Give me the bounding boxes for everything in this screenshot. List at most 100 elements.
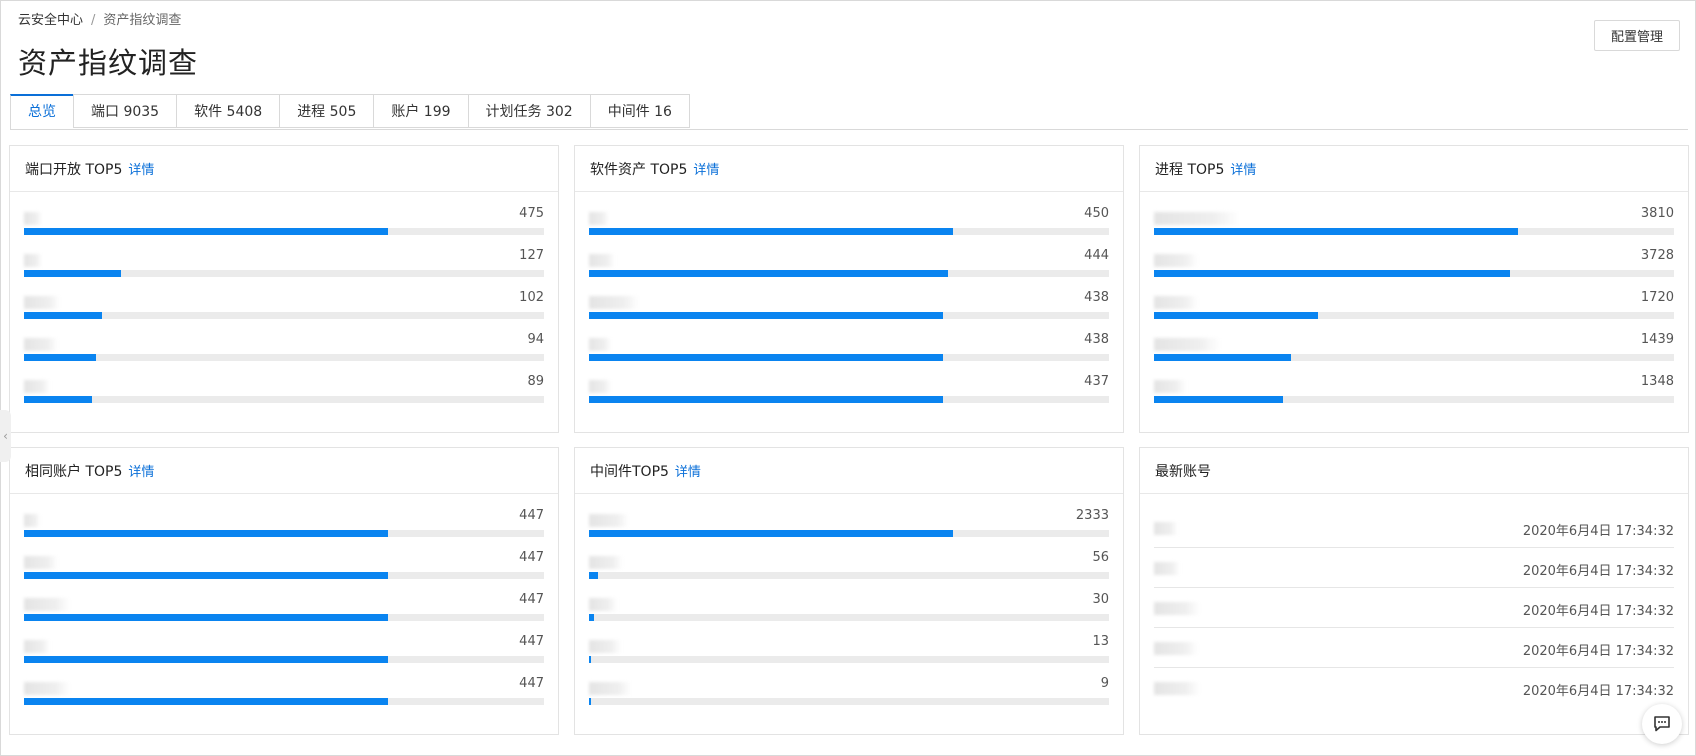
bar-track — [24, 572, 544, 579]
software-detail-link[interactable]: 详情 — [693, 159, 719, 178]
bar-row[interactable]: 2333 — [589, 508, 1109, 550]
bar-row[interactable]: 447 — [24, 634, 544, 676]
account-time: 2020年6月4日 17:34:32 — [1522, 564, 1674, 579]
list-item[interactable]: 2020年6月4日 17:34:32 — [1154, 548, 1674, 588]
card-software-top5: 软件资产 TOP5 详情 450 444 438 438 437 — [574, 145, 1124, 433]
masked-label — [24, 296, 60, 309]
bar-track — [1154, 354, 1674, 361]
bar-row[interactable]: 1439 — [1154, 332, 1674, 374]
bar-track — [1154, 270, 1674, 277]
tab-overview[interactable]: 总览 — [10, 94, 73, 130]
bar-row[interactable]: 13 — [589, 634, 1109, 676]
card-title: 软件资产 TOP5 — [590, 161, 688, 178]
account-time: 2020年6月4日 17:34:32 — [1522, 644, 1674, 659]
bar-fill — [589, 656, 592, 663]
bar-value: 13 — [1092, 634, 1109, 649]
list-item[interactable]: 2020年6月4日 17:34:32 — [1154, 588, 1674, 628]
bar-row[interactable]: 447 — [24, 550, 544, 592]
masked-label — [1154, 296, 1198, 309]
tab-account[interactable]: 账户 199 — [373, 94, 468, 128]
bar-track — [589, 656, 1109, 663]
bar-track — [589, 530, 1109, 537]
bar-row[interactable]: 9 — [589, 676, 1109, 718]
tab-port[interactable]: 端口 9035 — [73, 94, 177, 128]
account-detail-link[interactable]: 详情 — [128, 461, 154, 480]
bar-row[interactable]: 438 — [589, 290, 1109, 332]
bar-row[interactable]: 56 — [589, 550, 1109, 592]
bar-fill — [589, 228, 953, 235]
bar-row[interactable]: 447 — [24, 592, 544, 634]
side-collapse-handle[interactable]: ‹ — [0, 410, 11, 462]
bar-row[interactable]: 3728 — [1154, 248, 1674, 290]
list-item[interactable]: 2020年6月4日 17:34:32 — [1154, 508, 1674, 548]
card-header: 相同账户 TOP5 详情 — [10, 448, 558, 494]
bar-value: 475 — [519, 206, 544, 221]
list-item[interactable]: 2020年6月4日 17:34:32 — [1154, 628, 1674, 668]
bar-row[interactable]: 1348 — [1154, 374, 1674, 416]
masked-label — [1154, 212, 1240, 225]
middleware-detail-link[interactable]: 详情 — [675, 461, 701, 480]
port-detail-link[interactable]: 详情 — [128, 159, 154, 178]
process-detail-link[interactable]: 详情 — [1230, 159, 1256, 178]
bar-value: 94 — [527, 332, 544, 347]
bar-row[interactable]: 89 — [24, 374, 544, 416]
chat-bubble-icon — [1654, 716, 1670, 732]
bar-row[interactable]: 30 — [589, 592, 1109, 634]
masked-label — [24, 682, 70, 695]
account-time: 2020年6月4日 17:34:32 — [1522, 604, 1674, 619]
bar-fill — [589, 530, 953, 537]
bar-row[interactable]: 94 — [24, 332, 544, 374]
bar-value: 9 — [1100, 676, 1109, 691]
bar-value: 3810 — [1640, 206, 1674, 221]
tab-scheduled-task[interactable]: 计划任务 302 — [467, 94, 590, 128]
bar-fill — [1154, 396, 1283, 403]
tab-divider — [10, 129, 1688, 130]
bar-row[interactable]: 102 — [24, 290, 544, 332]
bar-fill — [589, 614, 594, 621]
bar-track — [24, 270, 544, 277]
masked-label — [24, 556, 58, 569]
bar-list: 2333 56 30 13 9 — [575, 494, 1123, 718]
config-management-button[interactable]: 配置管理 — [1593, 20, 1680, 51]
list-item[interactable]: 2020年6月4日 17:34:32 — [1154, 668, 1674, 707]
bar-row[interactable]: 450 — [589, 206, 1109, 248]
masked-label — [1154, 562, 1180, 575]
bar-fill — [24, 270, 122, 277]
card-port-top5: 端口开放 TOP5 详情 475 127 102 94 89 — [9, 145, 559, 433]
bar-value: 447 — [519, 676, 544, 691]
bar-fill — [24, 396, 93, 403]
card-title: 进程 TOP5 — [1155, 161, 1225, 178]
chat-button[interactable] — [1642, 704, 1682, 744]
bar-track — [589, 228, 1109, 235]
masked-label — [24, 514, 40, 527]
tab-software[interactable]: 软件 5408 — [176, 94, 280, 128]
tab-process[interactable]: 进程 505 — [279, 94, 374, 128]
page-title: 资产指纹调查 — [18, 46, 199, 80]
bar-row[interactable]: 444 — [589, 248, 1109, 290]
bar-value: 450 — [1084, 206, 1109, 221]
tab-middleware[interactable]: 中间件 16 — [589, 94, 690, 128]
bar-track — [24, 698, 544, 705]
bar-row[interactable]: 437 — [589, 374, 1109, 416]
bar-row[interactable]: 447 — [24, 676, 544, 718]
bar-fill — [1154, 354, 1292, 361]
bar-track — [24, 312, 544, 319]
card-title: 相同账户 TOP5 — [25, 463, 123, 480]
bar-track — [24, 228, 544, 235]
bar-value: 444 — [1084, 248, 1109, 263]
bar-row[interactable]: 127 — [24, 248, 544, 290]
bar-track — [589, 270, 1109, 277]
bar-row[interactable]: 3810 — [1154, 206, 1674, 248]
bar-value: 3728 — [1640, 248, 1674, 263]
masked-label — [24, 338, 58, 351]
card-latest-accounts: 最新账号 2020年6月4日 17:34:32 2020年6月4日 17:34:… — [1139, 447, 1689, 735]
bar-row[interactable]: 475 — [24, 206, 544, 248]
account-time: 2020年6月4日 17:34:32 — [1522, 524, 1674, 539]
bar-value: 102 — [519, 290, 544, 305]
bar-row[interactable]: 1720 — [1154, 290, 1674, 332]
bar-row[interactable]: 447 — [24, 508, 544, 550]
bar-value: 447 — [519, 550, 544, 565]
bar-fill — [24, 530, 388, 537]
bar-row[interactable]: 438 — [589, 332, 1109, 374]
breadcrumb-root[interactable]: 云安全中心 — [18, 13, 83, 28]
